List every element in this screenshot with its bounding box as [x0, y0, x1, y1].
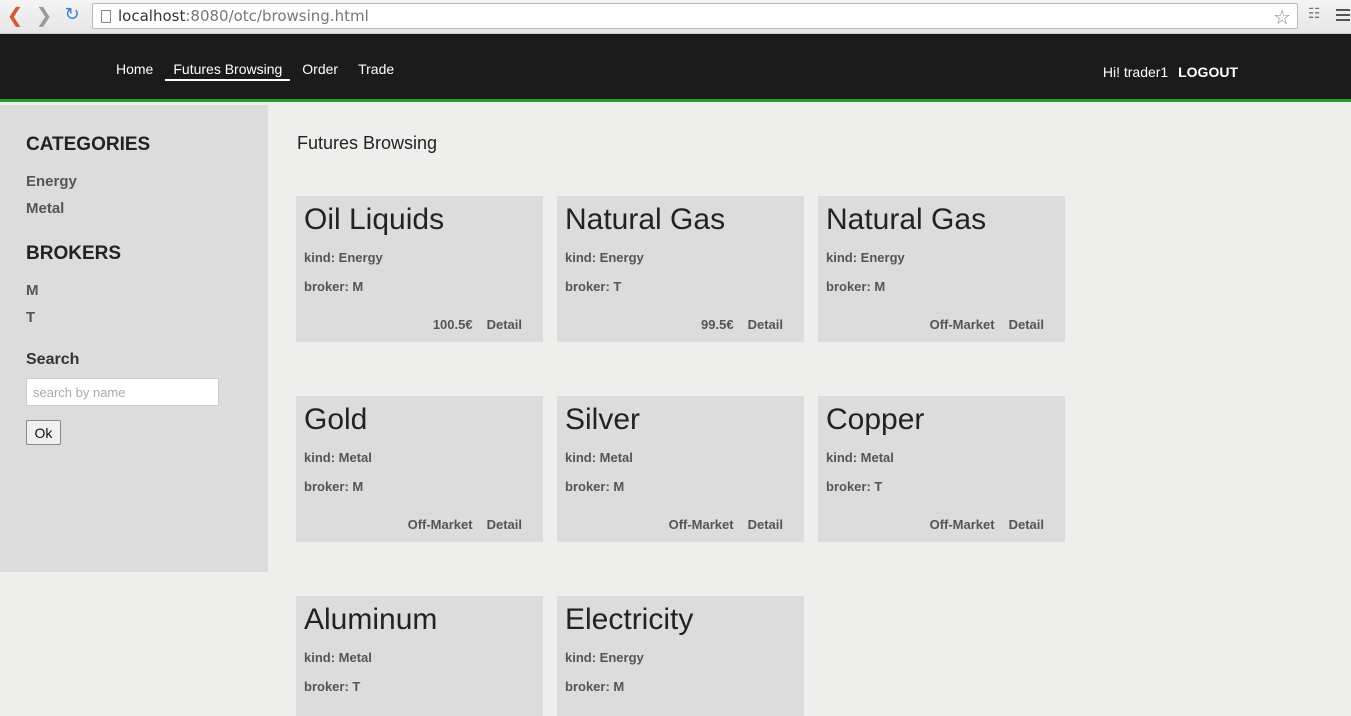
card-title: Oil Liquids — [304, 203, 445, 236]
card-footer: Off-Market Detail — [669, 517, 783, 532]
back-icon[interactable]: ❮ — [3, 4, 27, 28]
card-kind: kind: Energy — [565, 250, 644, 265]
url-host: localhost — [118, 7, 186, 25]
detail-link[interactable]: Detail — [487, 517, 522, 532]
card-status: Off-Market — [407, 517, 473, 532]
card-kind: kind: Metal — [565, 450, 633, 465]
card-footer: 99.5€ Detail — [701, 317, 783, 332]
url-text[interactable]: localhost:8080/otc/browsing.html — [118, 7, 369, 25]
card-broker: broker: M — [304, 279, 364, 294]
page-title: Futures Browsing — [297, 133, 438, 153]
card-status: Off-Market — [668, 517, 734, 532]
card-title: Copper — [826, 403, 925, 436]
detail-link[interactable]: Detail — [748, 317, 783, 332]
nav-futures-browsing[interactable]: Futures Browsing — [165, 61, 291, 81]
card-kind: kind: Energy — [826, 250, 905, 265]
forward-icon[interactable]: ❯ — [32, 4, 56, 28]
detail-link[interactable]: Detail — [748, 517, 783, 532]
card-title: Silver — [565, 403, 641, 436]
user-area: Hi! trader1 LOGOUT — [1103, 64, 1238, 80]
future-card: Electricity kind: Energy broker: M — [557, 596, 804, 716]
card-broker: broker: M — [304, 479, 364, 494]
future-card: Gold kind: Metal broker: M Off-Market Det… — [296, 396, 543, 542]
card-title: Electricity — [565, 603, 694, 636]
card-footer: 100.5€ Detail — [433, 317, 522, 332]
detail-link[interactable]: Detail — [1009, 517, 1044, 532]
browser-toolbar: ❮ ❯ ↻ localhost:8080/otc/browsing.html ☆… — [0, 0, 1351, 34]
card-broker: broker: M — [565, 679, 625, 694]
search-input[interactable] — [26, 378, 219, 406]
card-broker: broker: M — [565, 479, 625, 494]
future-card: Copper kind: Metal broker: T Off-Market D… — [818, 396, 1065, 542]
card-kind: kind: Energy — [565, 650, 644, 665]
sidebar: CATEGORIES Energy Metal BROKERS M T Sear… — [0, 105, 268, 572]
future-card: Silver kind: Metal broker: M Off-Market D… — [557, 396, 804, 542]
ok-button[interactable]: Ok — [26, 420, 61, 445]
card-footer: Off-Market Detail — [930, 517, 1044, 532]
card-broker: broker: M — [826, 279, 886, 294]
logout-link[interactable]: LOGOUT — [1178, 64, 1238, 80]
page-icon — [101, 10, 111, 23]
card-broker: broker: T — [826, 479, 883, 494]
menu-icon[interactable] — [1336, 6, 1350, 24]
detail-link[interactable]: Detail — [487, 317, 522, 332]
category-energy[interactable]: Energy — [26, 173, 77, 190]
search-label: Search — [26, 351, 80, 368]
card-kind: kind: Energy — [304, 250, 383, 265]
url-path: :8080/otc/browsing.html — [185, 7, 369, 25]
categories-heading: CATEGORIES — [26, 134, 151, 155]
card-footer: Off-Market Detail — [930, 317, 1044, 332]
card-title: Natural Gas — [826, 203, 987, 236]
category-metal[interactable]: Metal — [26, 200, 64, 217]
card-broker: broker: T — [304, 679, 361, 694]
card-kind: kind: Metal — [826, 450, 894, 465]
top-nav: Home Futures Browsing Order Trade — [108, 61, 406, 81]
broker-m[interactable]: M — [26, 282, 39, 299]
card-title: Aluminum — [304, 603, 438, 636]
nav-home[interactable]: Home — [108, 61, 161, 81]
card-status: 99.5€ — [701, 317, 734, 332]
future-card: Natural Gas kind: Energy broker: M Off-M… — [818, 196, 1065, 342]
nav-order[interactable]: Order — [294, 61, 346, 81]
nav-trade[interactable]: Trade — [350, 61, 402, 81]
card-status: 100.5€ — [432, 317, 473, 332]
card-kind: kind: Metal — [304, 650, 372, 665]
card-title: Gold — [304, 403, 368, 436]
detail-link[interactable]: Detail — [1009, 317, 1044, 332]
card-broker: broker: T — [565, 279, 622, 294]
reload-icon[interactable]: ↻ — [60, 4, 84, 28]
site-header: Home Futures Browsing Order Trade Hi! tr… — [0, 34, 1351, 102]
future-card: Natural Gas kind: Energy broker: T 99.5€… — [557, 196, 804, 342]
sitemap-icon[interactable]: ☷ — [1308, 6, 1321, 22]
card-kind: kind: Metal — [304, 450, 372, 465]
bookmark-star-icon[interactable]: ☆ — [1273, 5, 1291, 29]
user-greeting: Hi! trader1 — [1102, 64, 1169, 80]
card-status: Off-Market — [929, 517, 995, 532]
brokers-heading: BROKERS — [26, 243, 122, 264]
future-card: Aluminum kind: Metal broker: T — [296, 596, 543, 716]
card-footer: Off-Market Detail — [408, 517, 522, 532]
card-title: Natural Gas — [565, 203, 726, 236]
address-bar[interactable]: localhost:8080/otc/browsing.html ☆ — [92, 3, 1298, 29]
card-status: Off-Market — [929, 317, 995, 332]
future-card: Oil Liquids kind: Energy broker: M 100.5… — [296, 196, 543, 342]
broker-t[interactable]: T — [26, 309, 35, 326]
